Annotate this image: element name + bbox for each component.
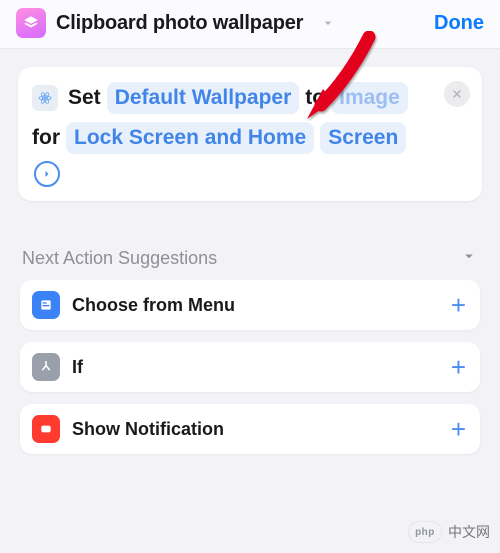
connector-for: for: [32, 121, 60, 155]
suggestion-if[interactable]: If +: [20, 342, 480, 392]
set-wallpaper-action[interactable]: Set Default Wallpaper to Image for Lock …: [18, 67, 482, 201]
suggestion-label: Choose from Menu: [72, 295, 451, 316]
chevron-right-icon: [41, 168, 53, 180]
suggestions-header[interactable]: Next Action Suggestions: [20, 247, 480, 280]
header-left: Clipboard photo wallpaper: [16, 8, 341, 38]
branch-icon: [32, 353, 60, 381]
suggestion-label: If: [72, 357, 451, 378]
suggestions-heading: Next Action Suggestions: [22, 248, 217, 269]
suggestions-collapse[interactable]: [460, 247, 478, 270]
watermark-text: 中文网: [448, 522, 490, 542]
suggestion-show-notification[interactable]: Show Notification +: [20, 404, 480, 454]
action-expand-button[interactable]: [34, 161, 60, 187]
menu-icon: [32, 291, 60, 319]
suggestions-section: Next Action Suggestions Choose from Menu…: [18, 247, 482, 454]
suggestion-label: Show Notification: [72, 419, 451, 440]
notification-icon: [32, 415, 60, 443]
header-bar: Clipboard photo wallpaper Done: [0, 0, 500, 49]
action-verb: Set: [68, 81, 101, 115]
close-icon: [451, 88, 463, 100]
editor-content: Set Default Wallpaper to Image for Lock …: [0, 49, 500, 454]
layers-icon: [22, 14, 40, 32]
remove-action-button[interactable]: [444, 81, 470, 107]
chevron-down-icon: [320, 15, 336, 31]
connector-to: to: [305, 81, 325, 115]
shortcut-app-icon[interactable]: [16, 8, 46, 38]
wallpaper-action-icon: [32, 85, 58, 111]
done-button[interactable]: Done: [434, 12, 484, 35]
title-disclosure[interactable]: [315, 10, 341, 36]
add-icon[interactable]: +: [451, 354, 466, 380]
chevron-down-icon: [460, 247, 478, 265]
image-param[interactable]: Image: [331, 82, 408, 114]
add-icon[interactable]: +: [451, 292, 466, 318]
shortcut-title[interactable]: Clipboard photo wallpaper: [56, 12, 303, 35]
atom-icon: [37, 90, 53, 106]
action-sentence: Set Default Wallpaper to Image for Lock …: [32, 81, 438, 187]
wallpaper-param[interactable]: Default Wallpaper: [107, 82, 300, 114]
watermark-badge: php: [408, 521, 442, 543]
scope-param-line1[interactable]: Lock Screen and Home: [66, 122, 314, 154]
scope-param-line2[interactable]: Screen: [320, 122, 406, 154]
watermark: php 中文网: [408, 521, 490, 543]
add-icon[interactable]: +: [451, 416, 466, 442]
suggestion-choose-from-menu[interactable]: Choose from Menu +: [20, 280, 480, 330]
